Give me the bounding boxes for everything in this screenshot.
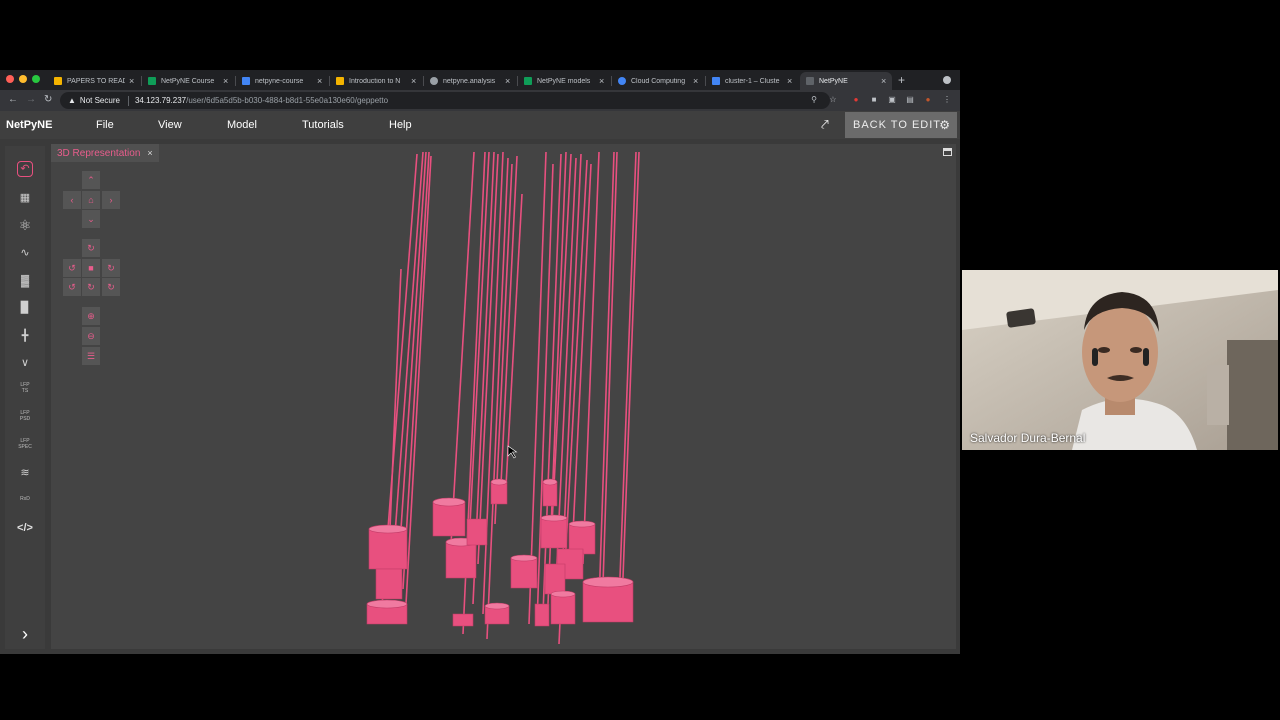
3d-representation-panel: 3D Representation × ⌃ ‹ ⌂ › ⌄ ↻ ↺ ■ ↻ ↺ … bbox=[51, 144, 956, 649]
profile-avatar-icon[interactable]: ● bbox=[923, 95, 933, 105]
tab-label: cluster-1 – Cluste bbox=[725, 77, 780, 85]
tab-close-icon[interactable]: × bbox=[317, 76, 322, 86]
sidebar-item-rxd[interactable]: RxD bbox=[13, 496, 37, 502]
browser-tab[interactable]: Introduction to N × bbox=[330, 72, 422, 90]
app-brand: NetPyNE bbox=[6, 119, 53, 131]
tab-close-icon[interactable]: × bbox=[129, 76, 134, 86]
tab-close-icon[interactable]: × bbox=[787, 76, 792, 86]
tab-favicon-icon bbox=[54, 77, 62, 85]
browser-tab[interactable]: PAPERS TO READ × bbox=[48, 72, 140, 90]
participant-video-frame bbox=[962, 270, 1278, 450]
maximize-window-button[interactable] bbox=[32, 75, 40, 83]
zoom-search-icon[interactable]: ⚲ bbox=[809, 95, 819, 105]
browser-tab[interactable]: NetPyNE Course × bbox=[142, 72, 234, 90]
url-path: /user/6d5a5d5b-b030-4884-b8d1-55e0a130e6… bbox=[186, 96, 389, 105]
tab-strip: PAPERS TO READ × NetPyNE Course × netpyn… bbox=[0, 70, 960, 90]
tab-favicon-icon bbox=[618, 77, 626, 85]
menu-file[interactable]: File bbox=[96, 119, 114, 131]
browser-tab[interactable]: cluster-1 – Cluste × bbox=[706, 72, 798, 90]
sidebar-item-lfp-ts[interactable]: LFP TS bbox=[13, 382, 37, 394]
url-bar: ← → ↻ ▲ Not Secure 34.123.79.237 /user/6… bbox=[0, 90, 960, 111]
sidebar-item-lfp-spec[interactable]: LFP SPEC bbox=[13, 438, 37, 450]
browser-tab[interactable]: netpyne-course × bbox=[236, 72, 328, 90]
warning-icon: ▲ bbox=[68, 96, 76, 105]
bookmark-star-icon[interactable]: ☆ bbox=[828, 95, 838, 105]
tab-favicon-icon bbox=[712, 77, 720, 85]
tab-close-icon[interactable]: × bbox=[411, 76, 416, 86]
close-window-button[interactable] bbox=[6, 75, 14, 83]
sidebar-item-code-icon[interactable]: </> bbox=[15, 519, 35, 537]
back-arrow-icon[interactable]: ← bbox=[8, 94, 18, 105]
tab-favicon-icon bbox=[242, 77, 250, 85]
puzzle-extension-icon[interactable]: ■ bbox=[869, 95, 879, 105]
browser-window: PAPERS TO READ × NetPyNE Course × netpyn… bbox=[0, 70, 960, 654]
sidebar-item-3d-network-icon[interactable]: ⚛ bbox=[15, 216, 35, 234]
app-menu-bar: NetPyNE File View Model Tutorials Help ⤤… bbox=[0, 111, 960, 139]
swap-icon[interactable]: ⤤ bbox=[821, 116, 829, 133]
security-label: Not Secure bbox=[79, 96, 120, 105]
tab-label: Introduction to N bbox=[349, 77, 401, 85]
extension-icon[interactable]: ● bbox=[851, 95, 861, 105]
tab-favicon-icon bbox=[430, 77, 438, 85]
tab-close-icon[interactable]: × bbox=[693, 76, 698, 86]
menu-tutorials[interactable]: Tutorials bbox=[302, 119, 344, 131]
sidebar-item-cell-icon[interactable]: ↶ bbox=[17, 161, 33, 177]
tab-label: NetPyNE Course bbox=[161, 77, 215, 85]
tab-label: NetPyNE bbox=[819, 77, 848, 85]
minimize-window-button[interactable] bbox=[19, 75, 27, 83]
back-to-edit-label: BACK TO EDIT bbox=[853, 119, 942, 131]
sidebar-item-trace-icon[interactable]: ∿ bbox=[15, 244, 35, 262]
participant-name: Salvador Dura-Bernal bbox=[970, 431, 1086, 445]
sidebar-item-rxd-icon[interactable]: ╋ bbox=[15, 327, 35, 345]
sidebar-item-connectivity-icon[interactable]: ▦ bbox=[15, 189, 35, 207]
tab-favicon-icon bbox=[336, 77, 344, 85]
browser-tab[interactable]: NetPyNE models × bbox=[518, 72, 610, 90]
sidebar-item-plot-icon[interactable]: ≋ bbox=[15, 464, 35, 482]
neuron-dendrites bbox=[380, 151, 640, 645]
neuron-somas bbox=[366, 478, 634, 627]
forward-arrow-icon[interactable]: → bbox=[26, 94, 36, 105]
tab-search-icon[interactable] bbox=[943, 76, 951, 84]
tab-favicon-icon bbox=[524, 77, 532, 85]
tab-label: Cloud Computing bbox=[631, 77, 686, 85]
url-divider bbox=[127, 95, 129, 106]
mouse-cursor-icon bbox=[507, 445, 518, 459]
gear-icon: ⚙ bbox=[939, 118, 951, 132]
sidebar: ↶ ▦ ⚛ ∿ ▓ ▉ ╋ ∨ LFP TS LFP PSD LFP SPEC … bbox=[5, 146, 45, 649]
back-to-edit-button[interactable]: BACK TO EDIT ⚙ bbox=[845, 112, 957, 138]
tab-label: netpyne.analysis bbox=[443, 77, 496, 85]
browser-menu-icon[interactable]: ⋮ bbox=[942, 95, 952, 105]
sidebar-item-spectrogram-icon[interactable]: ∨ bbox=[15, 354, 35, 372]
expand-sidebar-icon[interactable]: › bbox=[15, 625, 35, 643]
netpyne-app: NetPyNE File View Model Tutorials Help ⤤… bbox=[0, 111, 960, 654]
tab-close-icon[interactable]: × bbox=[599, 76, 604, 86]
tab-close-icon[interactable]: × bbox=[881, 76, 886, 86]
menu-model[interactable]: Model bbox=[227, 119, 257, 131]
tab-label: NetPyNE models bbox=[537, 77, 591, 85]
menu-view[interactable]: View bbox=[158, 119, 182, 131]
video-participant-tile: Salvador Dura-Bernal bbox=[962, 270, 1278, 450]
tab-close-icon[interactable]: × bbox=[505, 76, 510, 86]
tab-favicon-icon bbox=[806, 77, 814, 85]
tab-close-icon[interactable]: × bbox=[223, 76, 228, 86]
sidebar-item-lfp-psd[interactable]: LFP PSD bbox=[13, 410, 37, 422]
cast-icon[interactable]: ▣ bbox=[887, 95, 897, 105]
3d-network-canvas[interactable] bbox=[51, 144, 956, 649]
tab-label: PAPERS TO READ bbox=[67, 77, 125, 85]
tab-label: netpyne-course bbox=[255, 77, 304, 85]
address-bar[interactable]: ▲ Not Secure 34.123.79.237 /user/6d5a5d5… bbox=[60, 92, 830, 109]
browser-tab[interactable]: Cloud Computing × bbox=[612, 72, 704, 90]
tab-favicon-icon bbox=[148, 77, 156, 85]
url-host: 34.123.79.237 bbox=[134, 96, 187, 105]
screen: PAPERS TO READ × NetPyNE Course × netpyn… bbox=[0, 0, 1280, 720]
sidebar-item-histogram-icon[interactable]: ▉ bbox=[15, 299, 35, 317]
sidebar-item-raster-icon[interactable]: ▓ bbox=[15, 272, 35, 290]
reading-list-icon[interactable]: ▤ bbox=[905, 95, 915, 105]
browser-tab-active[interactable]: NetPyNE × bbox=[800, 72, 892, 90]
menu-help[interactable]: Help bbox=[389, 119, 412, 131]
browser-tab[interactable]: netpyne.analysis × bbox=[424, 72, 516, 90]
new-tab-button[interactable]: + bbox=[898, 73, 905, 87]
reload-icon[interactable]: ↻ bbox=[44, 94, 52, 105]
